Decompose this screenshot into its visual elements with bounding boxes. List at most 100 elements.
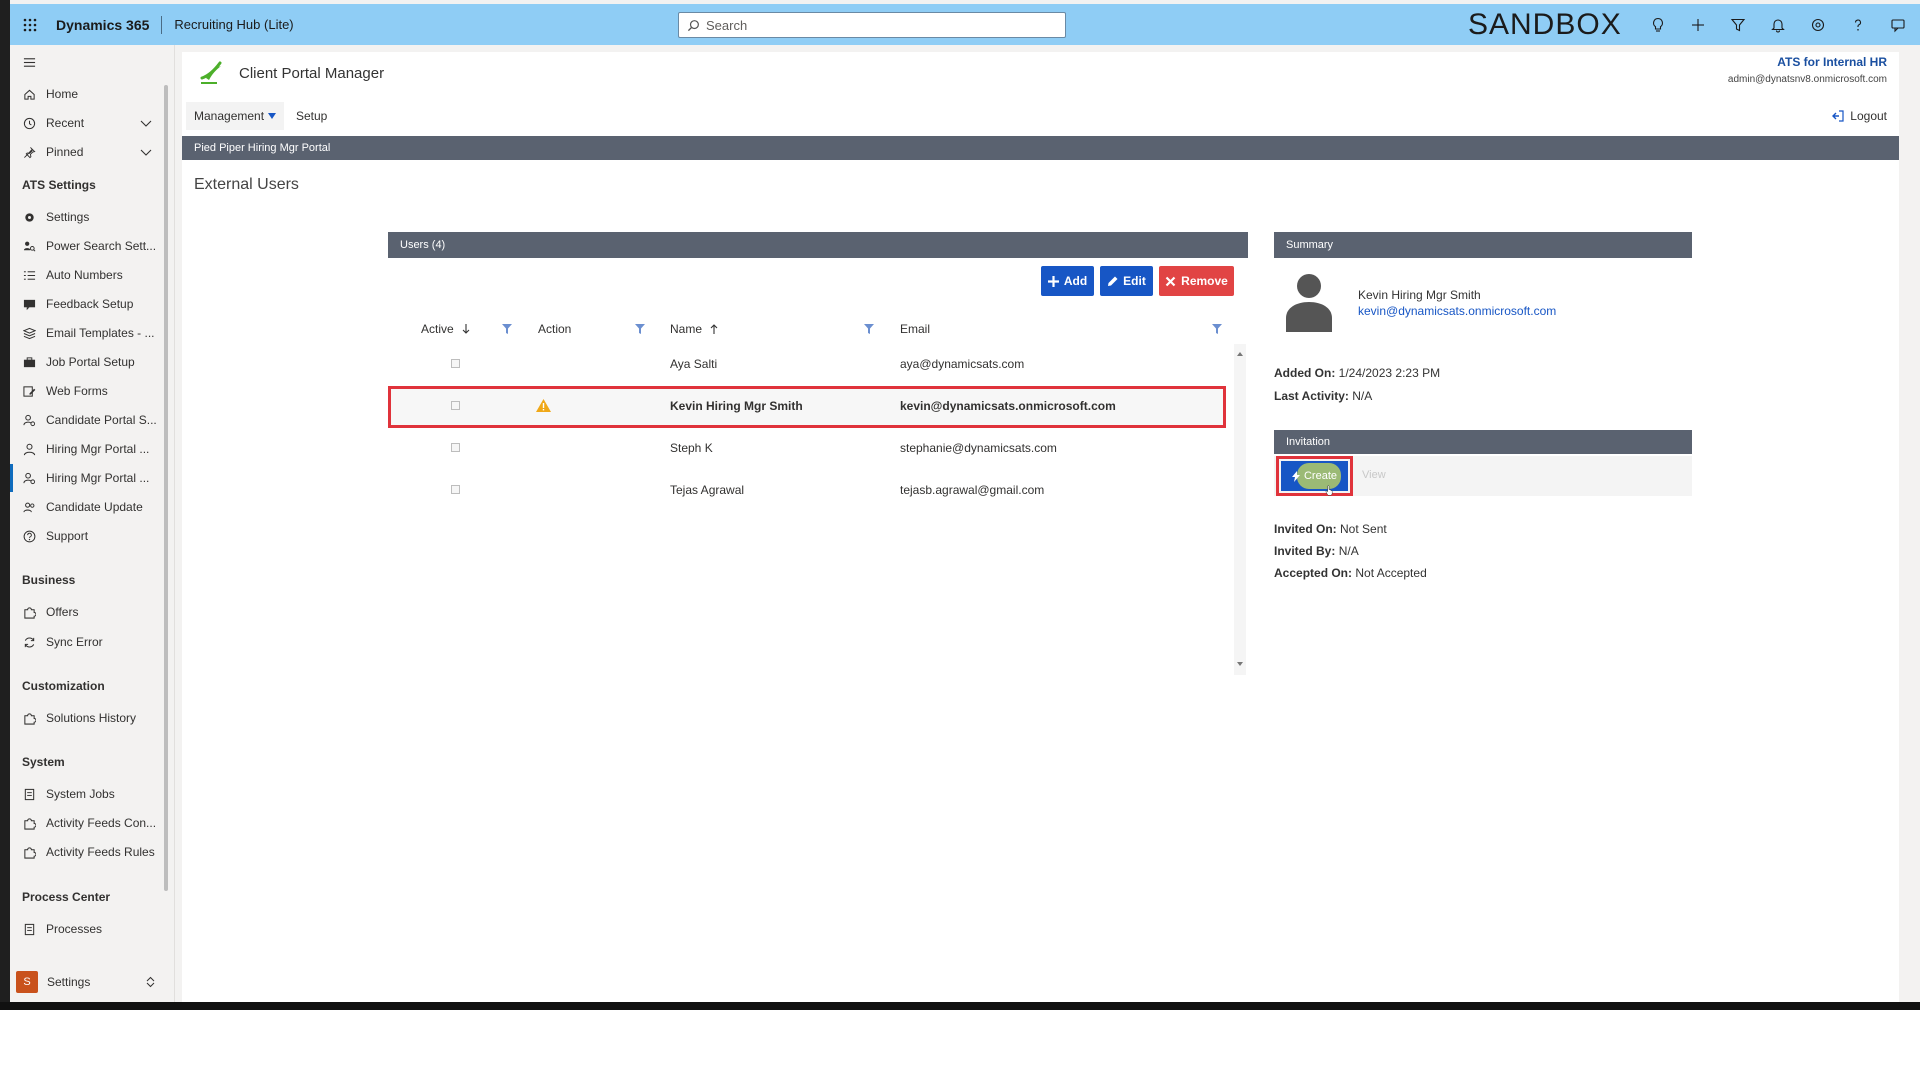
chat-icon[interactable] — [1878, 15, 1918, 35]
hand-cursor-icon — [1325, 485, 1333, 496]
table-row[interactable]: Aya Salti aya@dynamicsats.com — [388, 344, 1226, 386]
create-button-content: Create — [1291, 470, 1337, 482]
plus-icon[interactable] — [1678, 15, 1718, 35]
help-icon[interactable] — [1838, 15, 1878, 35]
chevron-down-icon[interactable] — [140, 117, 152, 129]
sidebar-item-label: Hiring Mgr Portal ... — [46, 442, 150, 456]
app-name[interactable]: Dynamics 365 — [56, 17, 149, 33]
summary-user-email[interactable]: kevin@dynamicsats.onmicrosoft.com — [1358, 304, 1556, 318]
filter-icon[interactable] — [635, 324, 645, 334]
active-checkbox[interactable] — [451, 485, 460, 494]
sidebar-scrollbar[interactable] — [164, 85, 168, 891]
sidebar-item-home[interactable]: Home — [10, 80, 170, 108]
menu-management-label: Management — [194, 109, 265, 123]
sidebar-item-pinned[interactable]: Pinned — [10, 138, 170, 166]
remove-user-button[interactable]: Remove — [1159, 266, 1234, 296]
column-label: Active — [421, 322, 454, 336]
grid-scrollbar[interactable] — [1234, 344, 1246, 675]
filter-icon[interactable] — [1212, 324, 1222, 334]
sidebar-group-ats-settings: ATS Settings — [22, 178, 96, 192]
bell-icon[interactable] — [1758, 15, 1798, 35]
add-user-button[interactable]: Add — [1041, 266, 1094, 296]
lightbulb-icon[interactable] — [1638, 15, 1678, 35]
hamburger-icon — [22, 55, 36, 69]
sidebar-item-candidate-portal[interactable]: Candidate Portal S... — [10, 406, 170, 434]
table-row[interactable]: Steph K stephanie@dynamicsats.com — [388, 428, 1226, 470]
filter-icon[interactable] — [502, 324, 512, 334]
close-icon — [1165, 276, 1176, 286]
sidebar-item-candidate-update[interactable]: Candidate Update — [10, 493, 170, 521]
view-invitation-button[interactable]: View — [1362, 469, 1386, 481]
app-launcher-button[interactable] — [10, 4, 50, 45]
scroll-up-icon[interactable] — [1236, 350, 1244, 358]
sidebar-item-job-portal-setup[interactable]: Job Portal Setup — [10, 348, 170, 376]
column-header-name[interactable]: Name — [670, 322, 718, 336]
active-checkbox[interactable] — [451, 443, 460, 452]
sidebar-item-system-jobs[interactable]: System Jobs — [10, 780, 170, 808]
sidebar-item-label: Recent — [46, 116, 85, 130]
menu-setup[interactable]: Setup — [288, 102, 335, 130]
sidebar-item-activity-feeds-rules[interactable]: Activity Feeds Rules — [10, 838, 170, 866]
edit-user-button[interactable]: Edit — [1100, 266, 1153, 296]
area-label: Settings — [47, 975, 91, 989]
user-name-cell: Steph K — [670, 441, 713, 455]
table-row-selected[interactable]: Kevin Hiring Mgr Smith kevin@dynamicsats… — [388, 386, 1226, 428]
column-header-action[interactable]: Action — [538, 322, 571, 336]
top-nav-bar: Dynamics 365 Recruiting Hub (Lite) Searc… — [10, 4, 1920, 45]
scroll-down-icon[interactable] — [1236, 660, 1244, 668]
table-row[interactable]: Tejas Agrawal tejasb.agrawal@gmail.com — [388, 470, 1226, 512]
column-header-active[interactable]: Active — [421, 322, 470, 336]
hamburger-menu-button[interactable] — [10, 48, 170, 76]
logout-link[interactable]: Logout — [1832, 102, 1887, 130]
sidebar-item-support[interactable]: Support — [10, 522, 170, 550]
invitation-header: Invitation — [1274, 430, 1692, 454]
sidebar-item-feedback-setup[interactable]: Feedback Setup — [10, 290, 170, 318]
global-search-box[interactable]: Search — [678, 12, 1066, 38]
portal-title: Client Portal Manager — [239, 65, 385, 82]
last-activity-value: N/A — [1352, 389, 1373, 403]
search-icon — [687, 19, 699, 31]
sidebar-item-processes[interactable]: Processes — [10, 915, 170, 943]
area-switcher[interactable]: S Settings — [10, 967, 170, 997]
sidebar-item-auto-numbers[interactable]: Auto Numbers — [10, 261, 170, 289]
app-module-name[interactable]: Recruiting Hub (Lite) — [174, 17, 293, 32]
sidebar-item-label: Activity Feeds Rules — [46, 845, 155, 859]
sidebar-item-settings[interactable]: Settings — [10, 203, 170, 231]
sidebar-item-label: Job Portal Setup — [46, 355, 135, 369]
sidebar-item-web-forms[interactable]: Web Forms — [10, 377, 170, 405]
sidebar-item-power-search[interactable]: Power Search Sett... — [10, 232, 170, 260]
layers-icon — [22, 326, 36, 340]
puzzle-icon — [22, 816, 36, 830]
invited-on-value: Not Sent — [1340, 522, 1387, 536]
environment-label: SANDBOX — [1468, 8, 1622, 41]
column-header-email[interactable]: Email — [900, 322, 930, 336]
sidebar-item-solutions-history[interactable]: Solutions History — [10, 704, 170, 732]
create-invitation-button[interactable]: Create — [1276, 456, 1353, 496]
filter-icon[interactable] — [864, 324, 874, 334]
sidebar-item-sync-error[interactable]: Sync Error — [10, 628, 170, 656]
sidebar-item-activity-feeds-config[interactable]: Activity Feeds Con... — [10, 809, 170, 837]
avatar — [1286, 274, 1332, 332]
sidebar-item-recent[interactable]: Recent — [10, 109, 170, 137]
pin-icon — [22, 145, 36, 159]
added-on-label: Added On: — [1274, 366, 1336, 380]
active-checkbox[interactable] — [451, 401, 460, 410]
gear-icon[interactable] — [1798, 15, 1838, 35]
sidebar-item-hiring-mgr-portal-1[interactable]: Hiring Mgr Portal ... — [10, 435, 170, 463]
sidebar-item-label: Power Search Sett... — [46, 239, 157, 253]
sidebar-item-offers[interactable]: Offers — [10, 598, 170, 626]
briefcase-icon — [22, 355, 36, 369]
menu-management[interactable]: Management — [186, 102, 285, 130]
chevron-down-icon[interactable] — [140, 146, 152, 158]
last-activity-label: Last Activity: — [1274, 389, 1349, 403]
user-name-cell: Aya Salti — [670, 357, 718, 371]
filter-icon[interactable] — [1718, 15, 1758, 35]
warning-icon — [536, 399, 551, 412]
account-email: admin@dynatsnv8.onmicrosoft.com — [1727, 74, 1887, 85]
document-icon — [22, 922, 36, 936]
edit-form-icon — [22, 384, 36, 398]
added-on-value: 1/24/2023 2:23 PM — [1338, 366, 1441, 380]
sidebar-item-hiring-mgr-portal-2[interactable]: Hiring Mgr Portal ... — [10, 464, 170, 492]
active-checkbox[interactable] — [451, 359, 460, 368]
sidebar-item-email-templates[interactable]: Email Templates - ... — [10, 319, 170, 347]
